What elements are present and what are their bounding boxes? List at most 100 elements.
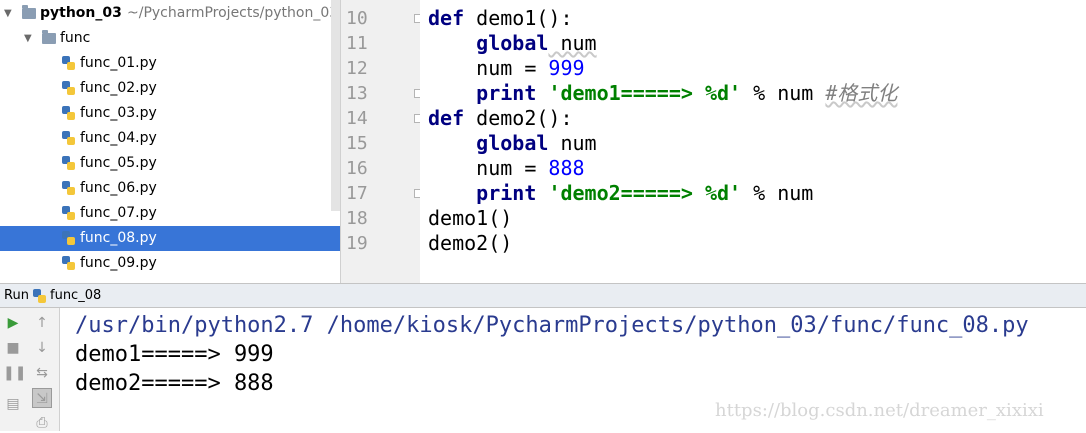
project-path: ~/PycharmProjects/python_03 xyxy=(127,5,339,21)
code-line: global num xyxy=(428,131,597,156)
code-text: num xyxy=(548,31,597,55)
project-tree: ▼ python_03 ~/PycharmProjects/python_03 … xyxy=(0,0,340,283)
run-tool-window-header: Run func_08 xyxy=(0,283,1086,308)
tree-file-item[interactable]: func_09.py xyxy=(0,251,340,276)
file-label: func_08.py xyxy=(80,230,157,246)
code-text: demo1() xyxy=(428,206,513,230)
watermark: https://blog.csdn.net/dreamer_xixixi xyxy=(715,400,1044,421)
keyword: def xyxy=(428,6,465,30)
python-file-icon xyxy=(62,81,75,95)
console-output-line: demo1=====> 999 xyxy=(75,342,274,367)
file-label: func_04.py xyxy=(80,130,157,146)
code-comment: #格式化 xyxy=(825,81,898,105)
print-icon[interactable]: ⎙ xyxy=(32,413,52,433)
line-number: 14 xyxy=(346,108,368,129)
folder-label: func xyxy=(60,30,91,46)
code-line: def demo2(): xyxy=(428,106,573,131)
code-line: global num xyxy=(428,31,597,56)
file-label: func_07.py xyxy=(80,205,157,221)
python-file-icon xyxy=(62,106,75,120)
code-text: demo2(): xyxy=(464,106,573,130)
scroll-to-end-icon[interactable]: ⇲ xyxy=(32,388,52,408)
file-label: func_02.py xyxy=(80,80,157,96)
line-number: 10 xyxy=(346,8,368,29)
line-number: 12 xyxy=(346,58,368,79)
chevron-down-icon[interactable]: ▼ xyxy=(24,26,32,51)
arrow-down-icon[interactable]: ↓ xyxy=(32,338,52,358)
tree-folder-func[interactable]: ▼ func xyxy=(0,26,340,51)
file-label: func_09.py xyxy=(80,255,157,271)
pause-icon[interactable]: ❚❚ xyxy=(3,363,26,383)
tree-file-item-selected[interactable]: func_08.py xyxy=(0,226,340,251)
folder-icon xyxy=(22,5,36,19)
tree-file-item[interactable]: func_06.py xyxy=(0,176,340,201)
code-text: num xyxy=(548,131,597,155)
code-text: % num xyxy=(741,181,814,205)
tree-file-item[interactable]: func_07.py xyxy=(0,201,340,226)
soft-wrap-icon[interactable]: ⇆ xyxy=(32,363,52,383)
line-number: 19 xyxy=(346,233,368,254)
python-file-icon xyxy=(62,131,75,145)
python-file-icon xyxy=(62,156,75,170)
line-number: 17 xyxy=(346,183,368,204)
code-line: def demo1(): xyxy=(428,6,573,31)
arrow-up-icon[interactable]: ↑ xyxy=(32,313,52,333)
code-text: % num xyxy=(741,81,826,105)
folder-icon xyxy=(42,30,56,44)
tree-file-item[interactable]: func_04.py xyxy=(0,126,340,151)
code-line: demo2() xyxy=(428,231,512,256)
code-text: demo2() xyxy=(428,231,513,255)
file-label: func_05.py xyxy=(80,155,157,171)
keyword: print xyxy=(476,181,537,205)
code-text: num = xyxy=(476,156,549,180)
file-label: func_06.py xyxy=(80,180,157,196)
chevron-down-icon[interactable]: ▼ xyxy=(4,1,12,26)
tree-file-item[interactable]: func_02.py xyxy=(0,76,340,101)
line-number: 15 xyxy=(346,133,368,154)
python-file-icon xyxy=(62,206,75,220)
python-file-icon xyxy=(62,231,75,245)
run-config-tab[interactable]: func_08 xyxy=(50,284,101,307)
tree-file-item[interactable]: func_01.py xyxy=(0,51,340,76)
file-label: func_03.py xyxy=(80,105,157,121)
python-file-icon xyxy=(62,256,75,270)
code-line: num = 999 xyxy=(428,56,585,81)
editor-gutter: 10 11 12 13 14 15 16 17 18 19 xyxy=(340,0,423,283)
tree-scrollbar[interactable] xyxy=(331,0,340,211)
code-line: demo1() xyxy=(428,206,512,231)
console-command-line: /usr/bin/python2.7 /home/kiosk/PycharmPr… xyxy=(75,313,1029,338)
keyword: def xyxy=(428,106,465,130)
string-literal: 'demo1=====> %d' xyxy=(548,81,742,105)
file-label: func_01.py xyxy=(80,55,157,71)
stop-icon[interactable]: ■ xyxy=(3,338,23,358)
line-number: 13 xyxy=(346,83,368,104)
number-literal: 888 xyxy=(548,156,585,180)
code-line: print 'demo2=====> %d' % num xyxy=(428,181,813,206)
project-name: python_03 xyxy=(40,5,122,21)
code-line: num = 888 xyxy=(428,156,585,181)
tree-root-python-03[interactable]: ▼ python_03 ~/PycharmProjects/python_03 xyxy=(0,1,340,26)
tree-file-item[interactable]: func_05.py xyxy=(0,151,340,176)
code-line: print 'demo1=====> %d' % num #格式化 xyxy=(428,81,897,106)
play-icon[interactable]: ▶ xyxy=(3,313,23,333)
code-editor[interactable]: def demo1(): global num num = 999 print … xyxy=(420,0,1086,283)
number-literal: 999 xyxy=(548,56,585,80)
run-toolbar: ▶ ↑ ■ ↓ ❚❚ ⇆ ▤ ⇲ ⎙ xyxy=(0,308,60,431)
tree-file-item[interactable]: func_03.py xyxy=(0,101,340,126)
keyword: global xyxy=(476,31,549,55)
keyword: print xyxy=(476,81,537,105)
string-literal: 'demo2=====> %d' xyxy=(548,181,742,205)
code-text: demo1(): xyxy=(464,6,573,30)
run-label: Run xyxy=(4,288,29,303)
python-file-icon xyxy=(33,289,46,303)
keyword: global xyxy=(476,131,549,155)
line-number: 18 xyxy=(346,208,368,229)
python-file-icon xyxy=(62,181,75,195)
layout-icon[interactable]: ▤ xyxy=(3,394,23,414)
line-number: 11 xyxy=(346,33,368,54)
